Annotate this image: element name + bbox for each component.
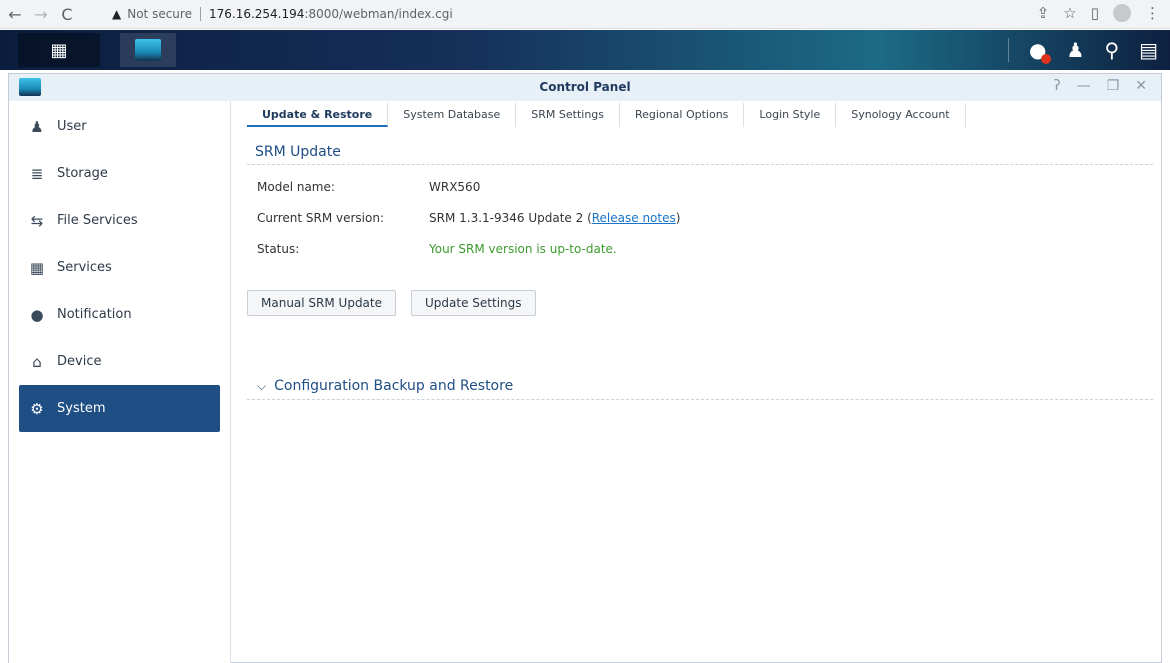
sidebar-item-file-services[interactable]: ⇆ File Services	[9, 197, 230, 244]
tab-regional-options[interactable]: Regional Options	[620, 103, 745, 127]
main-menu-icon: ▦	[50, 39, 68, 61]
sidebar-item-label: Services	[57, 260, 112, 275]
not-secure-label: Not secure	[127, 7, 192, 21]
window-titlebar[interactable]: Control Panel ʔ — ❐ ✕	[9, 74, 1161, 101]
control-panel-app-icon	[135, 39, 161, 61]
services-icon: ▦	[29, 258, 45, 277]
sidebar-item-storage[interactable]: ≣ Storage	[9, 150, 230, 197]
url-host: 176.16.254.194	[208, 7, 305, 21]
forward-icon[interactable]: →	[30, 5, 52, 24]
reload-icon[interactable]: C	[56, 5, 78, 24]
menu-icon[interactable]: ⋮	[1145, 4, 1160, 22]
window-title: Control Panel	[539, 80, 631, 94]
sidebar-item-label: File Services	[57, 213, 138, 228]
sidebar-item-label: System	[57, 401, 106, 416]
chat-notification-icon[interactable]: ●	[1029, 38, 1051, 64]
tray-divider	[1008, 38, 1010, 62]
status-label: Status:	[257, 241, 300, 256]
user-icon: ♟	[30, 117, 44, 136]
notification-icon: ●	[30, 305, 44, 324]
config-backup-section-header[interactable]: ⌵ Configuration Backup and Restore	[247, 378, 1153, 400]
tab-srm-settings[interactable]: SRM Settings	[516, 103, 621, 127]
sidebar-item-label: Notification	[57, 307, 132, 322]
dsm-taskbar: ▦ ● ♟ ⚲ ▤	[0, 30, 1170, 70]
tab-update-restore[interactable]: Update & Restore	[247, 103, 389, 127]
sidebar-item-system[interactable]: ⚙ System	[19, 385, 220, 432]
update-actions: Manual SRM Update Update Settings	[247, 264, 1153, 316]
version-close: )	[675, 210, 681, 225]
model-value: WRX560	[429, 179, 481, 194]
config-backup-title: Configuration Backup and Restore	[274, 378, 514, 394]
address-bar[interactable]: ▲ Not secure 176.16.254.194:8000/webman/…	[112, 3, 1162, 25]
tab-synology-account[interactable]: Synology Account	[836, 103, 966, 127]
tab-system-database[interactable]: System Database	[388, 103, 517, 127]
taskbar-tray: ● ♟ ⚲ ▤	[1008, 30, 1158, 70]
omnibox-divider	[199, 7, 201, 21]
version-row: Current SRM version: SRM 1.3.1-9346 Upda…	[247, 202, 1153, 233]
tab-login-style[interactable]: Login Style	[744, 103, 837, 127]
close-icon[interactable]: ✕	[1135, 78, 1147, 94]
window-controls: ʔ — ❐ ✕	[1054, 78, 1147, 94]
version-text: SRM 1.3.1-9346 Update 2 (	[429, 210, 592, 225]
search-icon[interactable]: ⚲	[1104, 38, 1119, 62]
sidebar-item-notification[interactable]: ● Notification	[9, 291, 230, 338]
browser-actions: ⇪ ☆ ▯ ⋮	[1037, 4, 1160, 22]
widgets-icon[interactable]: ▤	[1139, 38, 1158, 62]
gear-icon: ⚙	[30, 399, 44, 418]
update-restore-panel: SRM Update Model name: WRX560 Current SR…	[247, 132, 1153, 400]
sidebar: ♟ User ≣ Storage ⇆ File Services ▦ Servi…	[9, 101, 231, 663]
restore-icon[interactable]: ❐	[1107, 78, 1120, 94]
url-path: :8000/webman/index.cgi	[304, 7, 453, 21]
update-settings-button[interactable]: Update Settings	[411, 290, 536, 316]
user-icon[interactable]: ♟	[1067, 38, 1085, 62]
help-icon[interactable]: ʔ	[1054, 78, 1061, 94]
warning-icon: ▲	[112, 7, 122, 21]
sidebar-item-services[interactable]: ▦ Services	[9, 244, 230, 291]
status-value: Your SRM version is up-to-date.	[429, 241, 617, 256]
control-panel-window: Control Panel ʔ — ❐ ✕ ♟ User ≣ Storage ⇆…	[8, 73, 1162, 663]
srm-update-heading: SRM Update	[247, 132, 1153, 165]
profile-avatar[interactable]	[1113, 4, 1131, 22]
taskbar-control-panel-button[interactable]	[120, 33, 176, 67]
side-panel-icon[interactable]: ▯	[1091, 4, 1099, 22]
manual-srm-update-button[interactable]: Manual SRM Update	[247, 290, 397, 316]
device-icon: ⌂	[32, 352, 42, 371]
release-notes-link[interactable]: Release notes	[592, 211, 676, 225]
back-icon[interactable]: ←	[4, 5, 26, 24]
version-value: SRM 1.3.1-9346 Update 2 (Release notes)	[429, 211, 680, 225]
version-label: Current SRM version:	[257, 210, 385, 225]
sidebar-item-user[interactable]: ♟ User	[9, 103, 230, 150]
minimize-icon[interactable]: —	[1077, 78, 1091, 94]
sidebar-item-label: Storage	[57, 166, 108, 181]
storage-icon: ≣	[30, 164, 44, 183]
model-label: Model name:	[257, 179, 335, 194]
browser-toolbar: ← → C ▲ Not secure 176.16.254.194:8000/w…	[0, 0, 1170, 29]
share-icon[interactable]: ⇪	[1037, 4, 1050, 22]
file-services-icon: ⇆	[30, 211, 44, 230]
main-menu-button[interactable]: ▦	[18, 33, 100, 67]
tab-bar: Update & Restore System Database SRM Set…	[247, 102, 966, 128]
sidebar-item-label: User	[57, 119, 87, 134]
sidebar-item-device[interactable]: ⌂ Device	[9, 338, 230, 385]
model-row: Model name: WRX560	[247, 171, 1153, 202]
star-icon[interactable]: ☆	[1063, 4, 1076, 22]
chevron-down-icon: ⌵	[257, 378, 267, 393]
status-row: Status: Your SRM version is up-to-date.	[247, 233, 1153, 264]
notification-badge	[1040, 54, 1051, 64]
sidebar-item-label: Device	[57, 354, 102, 369]
